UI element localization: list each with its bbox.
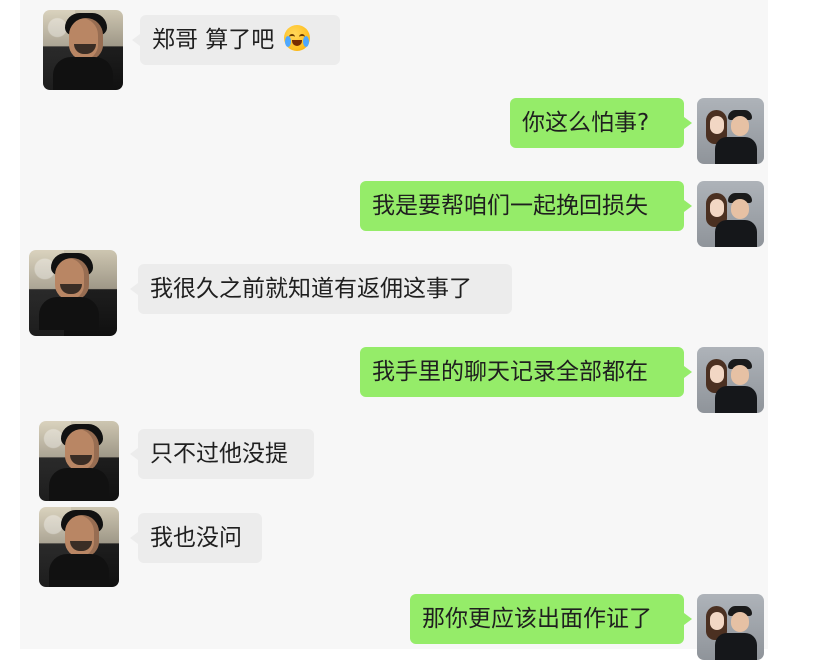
message-bubble[interactable]: 你这么怕事? bbox=[510, 98, 692, 148]
avatar-clothes bbox=[715, 386, 757, 413]
chat-message: 郑哥 算了吧 bbox=[42, 10, 372, 90]
avatar-clothes bbox=[715, 633, 757, 660]
crying-laughing-emoji-icon bbox=[283, 25, 310, 51]
message-text: 我也没问 bbox=[150, 525, 242, 551]
chat-message: 只不过他没提 bbox=[39, 421, 339, 501]
message-bubble[interactable]: 郑哥 算了吧 bbox=[132, 15, 340, 65]
message-bubble[interactable]: 只不过他没提 bbox=[130, 429, 314, 479]
avatar-clothes bbox=[715, 220, 757, 247]
avatar[interactable] bbox=[39, 507, 119, 587]
message-text: 郑哥 算了吧 bbox=[152, 27, 275, 53]
avatar-clothes bbox=[715, 137, 757, 164]
chat-message: 我很久之前就知道有返佣这事了 bbox=[29, 250, 529, 336]
avatar-boy-face bbox=[731, 199, 749, 219]
avatar-girl-face bbox=[710, 612, 724, 630]
avatar[interactable] bbox=[29, 250, 117, 336]
tear-icon bbox=[302, 36, 309, 47]
avatar-body bbox=[53, 57, 113, 90]
avatar-girl-face bbox=[710, 116, 724, 134]
message-bubble[interactable]: 我很久之前就知道有返佣这事了 bbox=[130, 264, 512, 314]
avatar[interactable] bbox=[697, 98, 764, 164]
chat-message: 那你更应该出面作证了 bbox=[410, 594, 768, 660]
chat-message: 我是要帮咱们一起挽回损失 bbox=[360, 181, 768, 247]
message-bubble[interactable]: 我是要帮咱们一起挽回损失 bbox=[360, 181, 692, 231]
chat-message: 我手里的聊天记录全部都在 bbox=[360, 347, 768, 413]
mouth-icon bbox=[291, 40, 302, 46]
avatar[interactable] bbox=[697, 594, 764, 660]
avatar-girl-face bbox=[710, 365, 724, 383]
chat-panel: 郑哥 算了吧 你这么怕事? 我是要帮咱们一起挽回损失 我很久之前就知道有返佣这事… bbox=[20, 0, 768, 660]
avatar[interactable] bbox=[697, 181, 764, 247]
avatar-body bbox=[49, 554, 109, 587]
avatar[interactable] bbox=[43, 10, 123, 90]
message-text: 那你更应该出面作证了 bbox=[422, 606, 652, 632]
avatar-boy-face bbox=[731, 116, 749, 136]
message-text: 只不过他没提 bbox=[150, 441, 288, 467]
avatar-body bbox=[39, 297, 99, 330]
message-text: 我手里的聊天记录全部都在 bbox=[372, 359, 648, 385]
avatar-boy-face bbox=[731, 365, 749, 385]
message-bubble[interactable]: 我也没问 bbox=[130, 513, 262, 563]
chat-message: 你这么怕事? bbox=[510, 98, 768, 164]
message-bubble[interactable]: 我手里的聊天记录全部都在 bbox=[360, 347, 692, 397]
avatar[interactable] bbox=[39, 421, 119, 501]
avatar-girl-face bbox=[710, 199, 724, 217]
message-text: 我是要帮咱们一起挽回损失 bbox=[372, 193, 648, 219]
avatar[interactable] bbox=[697, 347, 764, 413]
tear-icon bbox=[284, 36, 291, 47]
avatar-body bbox=[49, 468, 109, 501]
message-bubble[interactable]: 那你更应该出面作证了 bbox=[410, 594, 692, 644]
avatar-boy-face bbox=[731, 612, 749, 632]
message-text: 我很久之前就知道有返佣这事了 bbox=[150, 276, 472, 302]
message-text: 你这么怕事? bbox=[522, 110, 650, 136]
chat-message: 我也没问 bbox=[39, 507, 339, 587]
